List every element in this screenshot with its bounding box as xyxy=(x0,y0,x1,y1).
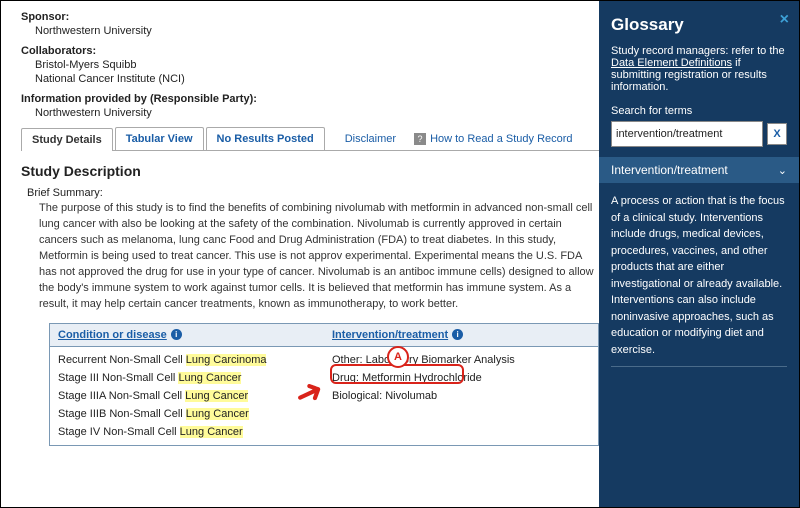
col-intervention-label: Intervention/treatment xyxy=(332,329,448,341)
info-provided-label: Information provided by (Responsible Par… xyxy=(21,93,599,105)
how-to-read-link[interactable]: ? How to Read a Study Record xyxy=(414,133,572,145)
table-row: Stage III Non-Small Cell Lung Cancer xyxy=(58,369,316,387)
term-header[interactable]: Intervention/treatment ⌄ xyxy=(599,157,799,183)
tabs-row: Study Details Tabular View No Results Po… xyxy=(21,127,599,151)
brief-summary-body: The purpose of this study is to find the… xyxy=(39,201,599,313)
info-icon[interactable]: i xyxy=(171,329,182,340)
col-condition-label: Condition or disease xyxy=(58,329,167,341)
collaborator-value: Bristol-Myers Squibb xyxy=(35,59,599,71)
table-row: Biological: Nivolumab xyxy=(332,387,590,405)
condition-intervention-table: Condition or disease i Intervention/treat… xyxy=(49,323,599,446)
tab-tabular-view[interactable]: Tabular View xyxy=(115,127,204,150)
term-title: Intervention/treatment xyxy=(611,163,728,177)
collaborator-value: National Cancer Institute (NCI) xyxy=(35,73,599,85)
glossary-intro: Study record managers: refer to the Data… xyxy=(611,45,787,93)
data-element-definitions-link[interactable]: Data Element Definitions xyxy=(611,57,732,69)
clear-search-button[interactable]: X xyxy=(767,123,787,145)
table-row: Stage IIIB Non-Small Cell Lung Cancer xyxy=(58,405,316,423)
sponsor-label: Sponsor: xyxy=(21,11,599,23)
tab-no-results-posted[interactable]: No Results Posted xyxy=(206,127,325,150)
table-row: Stage IV Non-Small Cell Lung Cancer xyxy=(58,423,316,441)
disclaimer-link[interactable]: Disclaimer xyxy=(345,133,396,145)
term-definition: A process or action that is the focus of… xyxy=(611,193,787,358)
col-intervention-header[interactable]: Intervention/treatment i xyxy=(324,324,598,346)
how-to-read-label: How to Read a Study Record xyxy=(430,133,572,145)
glossary-intro-pre: Study record managers: refer to the xyxy=(611,45,785,57)
table-row: Other: Laboratory Biomarker Analysis xyxy=(332,351,590,369)
table-row: Drug: Metformin Hydrochloride xyxy=(332,369,590,387)
info-icon[interactable]: i xyxy=(452,329,463,340)
brief-summary-label: Brief Summary: xyxy=(27,187,599,199)
glossary-title: Glossary xyxy=(611,15,787,35)
question-icon: ? xyxy=(414,133,426,145)
glossary-panel: × Glossary Study record managers: refer … xyxy=(599,1,799,507)
section-title: Study Description xyxy=(21,163,599,179)
close-icon[interactable]: × xyxy=(780,11,789,29)
chevron-down-icon: ⌄ xyxy=(778,164,787,177)
info-provided-value: Northwestern University xyxy=(35,107,599,119)
tab-study-details[interactable]: Study Details xyxy=(21,128,113,151)
divider xyxy=(611,366,787,367)
table-row: Recurrent Non-Small Cell Lung Carcinoma xyxy=(58,351,316,369)
sponsor-value: Northwestern University xyxy=(35,25,599,37)
search-input[interactable] xyxy=(611,121,763,147)
collaborators-label: Collaborators: xyxy=(21,45,599,57)
col-condition-header[interactable]: Condition or disease i xyxy=(50,324,324,346)
table-row: Stage IIIA Non-Small Cell Lung Cancer xyxy=(58,387,316,405)
search-for-terms-label: Search for terms xyxy=(611,105,787,117)
